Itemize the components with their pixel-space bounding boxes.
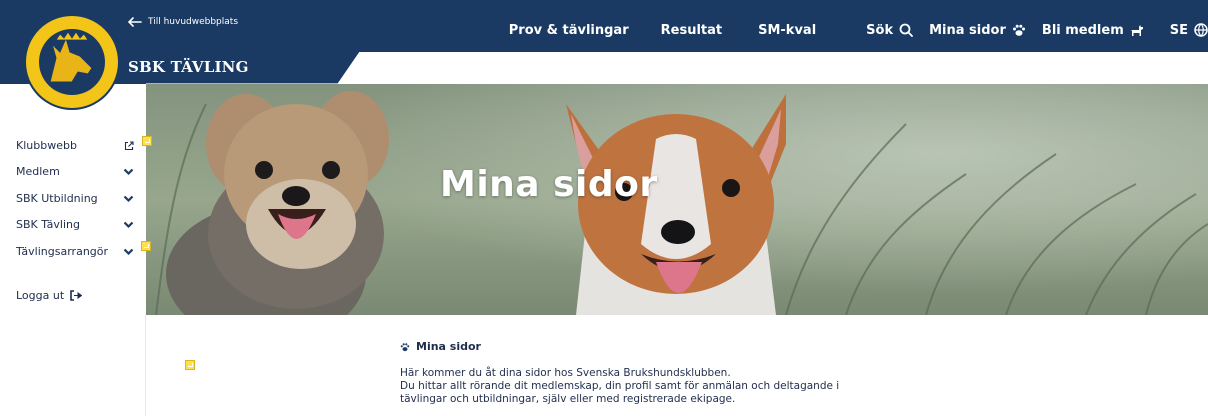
logout-label: Logga ut [16, 289, 65, 302]
note-marker[interactable] [185, 360, 195, 370]
dog-icon [1130, 25, 1143, 36]
sidebar-item-label: SBK Tävling [16, 218, 80, 231]
logout-link[interactable]: Logga ut [16, 289, 83, 302]
note-marker[interactable] [141, 241, 151, 251]
nav-resultat[interactable]: Resultat [661, 23, 722, 38]
content-heading-label: Mina sidor [416, 340, 481, 353]
nav-label: Resultat [660, 22, 723, 38]
nav-mina-sidor[interactable]: Mina sidor [929, 23, 1026, 38]
sidebar-item-label: SBK Utbildning [16, 192, 98, 205]
hero-title: Mina sidor [440, 164, 658, 205]
paw-icon [1012, 24, 1025, 36]
search-icon [899, 23, 914, 37]
nav-label: Prov & tävlingar [508, 22, 629, 38]
hero-banner: Mina sidor [146, 84, 1208, 315]
sbk-logo[interactable] [22, 12, 122, 112]
content-intro-line: tävlingar och utbildningar, själv eller … [400, 393, 736, 405]
sidebar-item-tavlingsarrangor[interactable]: Tävlingsarrangör [16, 245, 134, 258]
nav-label: Bli medlem [1041, 22, 1124, 38]
nav-language[interactable]: SE [1170, 23, 1208, 38]
hero-dogs-image [146, 84, 1208, 315]
sidebar-item-label: Klubbwebb [16, 139, 77, 152]
sidebar-divider [145, 315, 146, 416]
external-link-icon [124, 140, 134, 150]
sidebar-item-medlem[interactable]: Medlem [16, 165, 134, 178]
back-link-label: Till huvudwebbplats [148, 17, 239, 27]
back-to-main-site-link[interactable]: Till huvudwebbplats [128, 17, 238, 27]
content-heading: Mina sidor [400, 340, 920, 353]
note-marker[interactable] [142, 136, 152, 146]
globe-icon [1194, 23, 1208, 37]
sidebar-item-klubbwebb[interactable]: Klubbwebb [16, 139, 134, 152]
arrow-left-icon [128, 17, 142, 27]
sidebar-item-sbk-utbildning[interactable]: SBK Utbildning [16, 192, 134, 205]
content-intro-line: Här kommer du åt dina sidor hos Svenska … [400, 367, 731, 379]
nav-label: SE [1169, 22, 1188, 38]
paw-icon [400, 342, 410, 351]
site-brand-title[interactable]: SBK TÄVLING [128, 58, 249, 76]
chevron-down-icon[interactable] [123, 221, 134, 229]
nav-search[interactable]: Sök [866, 22, 914, 38]
nav-label: Sök [866, 22, 894, 38]
nav-prov-tavlingar[interactable]: Prov & tävlingar [509, 23, 629, 38]
sidebar-item-label: Tävlingsarrangör [16, 245, 109, 258]
chevron-down-icon[interactable] [123, 248, 134, 256]
nav-label: Mina sidor [929, 22, 1006, 38]
logout-icon [70, 290, 83, 301]
nav-label: SM-kval [758, 22, 817, 38]
sidebar-item-label: Medlem [16, 165, 60, 178]
nav-sm-kval[interactable]: SM-kval [758, 23, 816, 38]
chevron-down-icon[interactable] [123, 195, 134, 203]
nav-bli-medlem[interactable]: Bli medlem [1042, 23, 1144, 38]
chevron-down-icon[interactable] [123, 168, 134, 176]
content-intro-line: Du hittar allt rörande dit medlemskap, d… [400, 380, 840, 392]
main-content: Mina sidor Här kommer du åt dina sidor h… [400, 340, 920, 406]
main-navigation: Prov & tävlingar Resultat SM-kval Sök Mi… [509, 21, 1208, 39]
sidebar-item-sbk-tavling[interactable]: SBK Tävling [16, 218, 134, 231]
